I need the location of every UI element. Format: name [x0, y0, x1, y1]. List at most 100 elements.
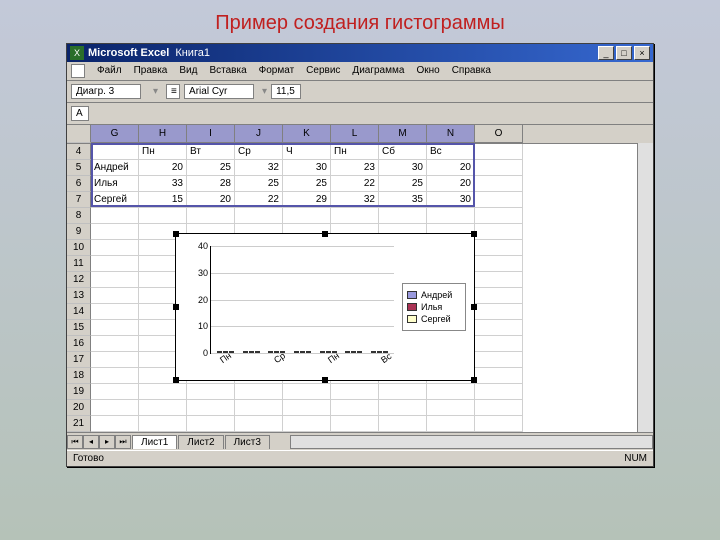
menu-edit[interactable]: Правка: [128, 64, 174, 78]
cell[interactable]: [91, 208, 139, 224]
sheet-tab-1[interactable]: Лист1: [132, 435, 177, 449]
row-header[interactable]: 14: [67, 304, 91, 320]
cell[interactable]: [139, 384, 187, 400]
row-header[interactable]: 4: [67, 144, 91, 160]
cell[interactable]: Ср: [235, 144, 283, 160]
cell[interactable]: [91, 336, 139, 352]
cell[interactable]: [475, 224, 523, 240]
cell[interactable]: [91, 144, 139, 160]
cell[interactable]: [91, 288, 139, 304]
cell[interactable]: [475, 368, 523, 384]
resize-handle[interactable]: [471, 231, 477, 237]
cell[interactable]: [379, 400, 427, 416]
cell[interactable]: 20: [427, 176, 475, 192]
horizontal-scrollbar[interactable]: [290, 435, 653, 449]
font-selector[interactable]: Arial Cyr: [184, 84, 254, 99]
cell[interactable]: [331, 384, 379, 400]
cell[interactable]: [91, 416, 139, 432]
cell[interactable]: 35: [379, 192, 427, 208]
col-header[interactable]: M: [379, 125, 427, 143]
resize-handle[interactable]: [173, 304, 179, 310]
cell[interactable]: Вт: [187, 144, 235, 160]
cell[interactable]: [475, 416, 523, 432]
cell[interactable]: [283, 400, 331, 416]
font-size[interactable]: 11,5: [271, 84, 301, 99]
cell[interactable]: [331, 416, 379, 432]
fx-cell[interactable]: A: [71, 106, 89, 121]
cell[interactable]: 29: [283, 192, 331, 208]
cell[interactable]: [475, 288, 523, 304]
cell[interactable]: [91, 272, 139, 288]
cell[interactable]: 32: [235, 160, 283, 176]
cell[interactable]: [139, 208, 187, 224]
cell[interactable]: 30: [427, 192, 475, 208]
resize-handle[interactable]: [173, 231, 179, 237]
cell[interactable]: 22: [331, 176, 379, 192]
vertical-scrollbar[interactable]: [637, 143, 653, 432]
cell[interactable]: Пн: [139, 144, 187, 160]
cell[interactable]: [235, 400, 283, 416]
cell[interactable]: [91, 320, 139, 336]
row-header[interactable]: 9: [67, 224, 91, 240]
cell[interactable]: [475, 256, 523, 272]
cell[interactable]: [139, 400, 187, 416]
col-header[interactable]: H: [139, 125, 187, 143]
cell[interactable]: [475, 176, 523, 192]
cell[interactable]: [475, 160, 523, 176]
cell[interactable]: Сб: [379, 144, 427, 160]
cell[interactable]: Пн: [331, 144, 379, 160]
menu-view[interactable]: Вид: [173, 64, 203, 78]
cell[interactable]: [235, 208, 283, 224]
menu-file[interactable]: Файл: [91, 64, 128, 78]
cell[interactable]: [427, 384, 475, 400]
row-header[interactable]: 13: [67, 288, 91, 304]
maximize-button[interactable]: □: [616, 46, 632, 60]
col-header[interactable]: K: [283, 125, 331, 143]
cell[interactable]: 33: [139, 176, 187, 192]
cell[interactable]: [475, 144, 523, 160]
menu-window[interactable]: Окно: [410, 64, 445, 78]
row-header[interactable]: 18: [67, 368, 91, 384]
col-header[interactable]: G: [91, 125, 139, 143]
row-header[interactable]: 17: [67, 352, 91, 368]
cell[interactable]: [475, 320, 523, 336]
cell[interactable]: 25: [379, 176, 427, 192]
menu-insert[interactable]: Вставка: [203, 64, 252, 78]
cell[interactable]: [235, 416, 283, 432]
cell[interactable]: 28: [187, 176, 235, 192]
close-button[interactable]: ×: [634, 46, 650, 60]
cell[interactable]: [379, 384, 427, 400]
menu-format[interactable]: Формат: [253, 64, 301, 78]
worksheet-grid[interactable]: GHIJKLMNO 4ПнВтСрЧПнСбВс5Андрей202532302…: [67, 125, 653, 432]
cell[interactable]: 22: [235, 192, 283, 208]
cell[interactable]: [235, 384, 283, 400]
cell[interactable]: [91, 240, 139, 256]
name-box[interactable]: Диагр. 3: [71, 84, 141, 99]
cell[interactable]: 25: [187, 160, 235, 176]
tab-nav-first[interactable]: ⏮: [67, 435, 83, 449]
col-header[interactable]: N: [427, 125, 475, 143]
cell[interactable]: [91, 256, 139, 272]
cell[interactable]: [91, 224, 139, 240]
tab-nav-prev[interactable]: ◂: [83, 435, 99, 449]
cell[interactable]: 25: [235, 176, 283, 192]
cell[interactable]: 23: [331, 160, 379, 176]
cell[interactable]: [139, 416, 187, 432]
row-header[interactable]: 11: [67, 256, 91, 272]
cell[interactable]: [187, 384, 235, 400]
menu-tools[interactable]: Сервис: [300, 64, 346, 78]
cell[interactable]: [187, 400, 235, 416]
cell[interactable]: 20: [139, 160, 187, 176]
row-header[interactable]: 15: [67, 320, 91, 336]
cell[interactable]: [91, 368, 139, 384]
cell[interactable]: [91, 352, 139, 368]
cell[interactable]: [91, 400, 139, 416]
cell[interactable]: [331, 400, 379, 416]
cell[interactable]: Андрей: [91, 160, 139, 176]
cell[interactable]: [475, 336, 523, 352]
tab-nav-next[interactable]: ▸: [99, 435, 115, 449]
sheet-tab-2[interactable]: Лист2: [178, 435, 223, 449]
cell[interactable]: [283, 384, 331, 400]
resize-handle[interactable]: [322, 377, 328, 383]
cell[interactable]: Вс: [427, 144, 475, 160]
